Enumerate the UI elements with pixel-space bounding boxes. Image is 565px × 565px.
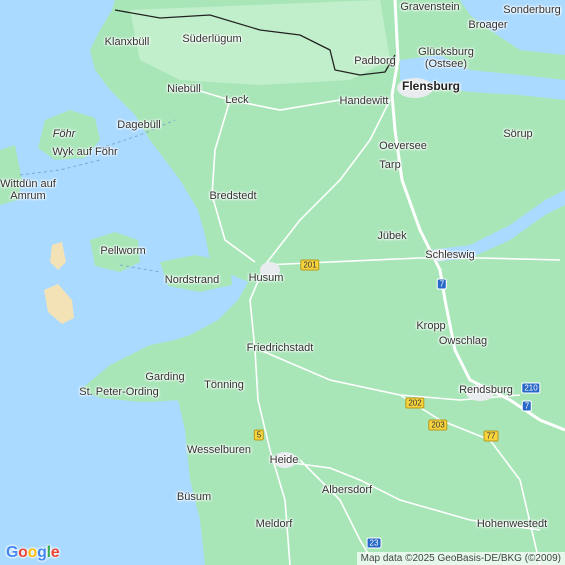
landmass-north <box>130 0 390 85</box>
shield-road-203: 203 <box>428 419 448 431</box>
label-flensburg: Flensburg <box>401 79 461 93</box>
label-dagebull: Dagebüll <box>117 119 161 131</box>
label-pellworm: Pellworm <box>100 245 146 257</box>
label-garding: Garding <box>145 371 185 383</box>
label-tarp: Tarp <box>379 159 401 171</box>
label-broager: Broager <box>468 19 508 31</box>
sandbank-2 <box>50 242 66 270</box>
logo-letter: o <box>27 544 38 561</box>
label-schleswig: Schleswig <box>425 249 475 261</box>
label-oeversee: Oeversee <box>379 140 427 152</box>
label-heide: Heide <box>269 454 299 466</box>
shield-road-201: 201 <box>300 259 320 271</box>
label-jubek: Jübek <box>377 230 407 242</box>
shield-road-210: 210 <box>521 382 541 394</box>
label-kropp: Kropp <box>416 320 446 332</box>
logo-letter: e <box>50 544 60 561</box>
label-owschlag: Owschlag <box>438 335 488 347</box>
label-friedrichstadt: Friedrichstadt <box>246 342 314 354</box>
label-rendsburg: Rendsburg <box>459 384 513 396</box>
label-meldorf: Meldorf <box>255 518 293 530</box>
logo-letter: G <box>6 544 19 561</box>
label-husum: Husum <box>248 272 284 284</box>
label-handewitt: Handewitt <box>339 95 389 107</box>
label-glucksburg: Glücksburg (Ostsee) <box>418 46 474 70</box>
label-albersdorf: Albersdorf <box>321 484 373 496</box>
label-leck: Leck <box>225 94 249 106</box>
label-niebull: Niebüll <box>167 83 201 95</box>
label-sorup: Sörup <box>503 128 533 140</box>
map-attribution[interactable]: Map data ©2025 GeoBasis-DE/BKG (©2009) <box>356 552 565 565</box>
label-sonderburg: Sonderburg <box>503 4 561 16</box>
logo-letter: o <box>18 544 28 561</box>
label-padborg: Padborg <box>354 55 396 67</box>
label-nordstrand: Nordstrand <box>164 274 220 286</box>
label-klanxbull: Klanxbüll <box>104 36 150 48</box>
label-bredstedt: Bredstedt <box>209 190 257 202</box>
google-logo[interactable]: Google <box>6 544 60 562</box>
shield-autobahn-23: 23 <box>366 537 382 549</box>
label-stpeter: St. Peter-Ording <box>79 386 159 398</box>
sandbank-1 <box>44 284 74 324</box>
label-tonning: Tönning <box>204 379 244 391</box>
shield-autobahn-7-north: 7 <box>436 278 448 290</box>
shield-autobahn-7-south: 7 <box>521 400 533 412</box>
label-hohenwestedt: Hohenwestedt <box>476 518 548 530</box>
shield-road-5: 5 <box>253 429 265 441</box>
label-suderlugum: Süderlügum <box>182 33 242 45</box>
label-wittdun: Wittdün auf Amrum <box>0 178 56 202</box>
shield-road-202: 202 <box>405 397 425 409</box>
label-wesselburen: Wesselburen <box>187 444 251 456</box>
label-gravenstein: Gravenstein <box>400 1 460 13</box>
label-fohr: Föhr <box>52 128 76 140</box>
shield-road-77: 77 <box>483 430 499 442</box>
label-busum: Büsum <box>176 491 212 503</box>
label-wyk: Wyk auf Föhr <box>52 146 118 158</box>
logo-letter: g <box>37 544 47 561</box>
